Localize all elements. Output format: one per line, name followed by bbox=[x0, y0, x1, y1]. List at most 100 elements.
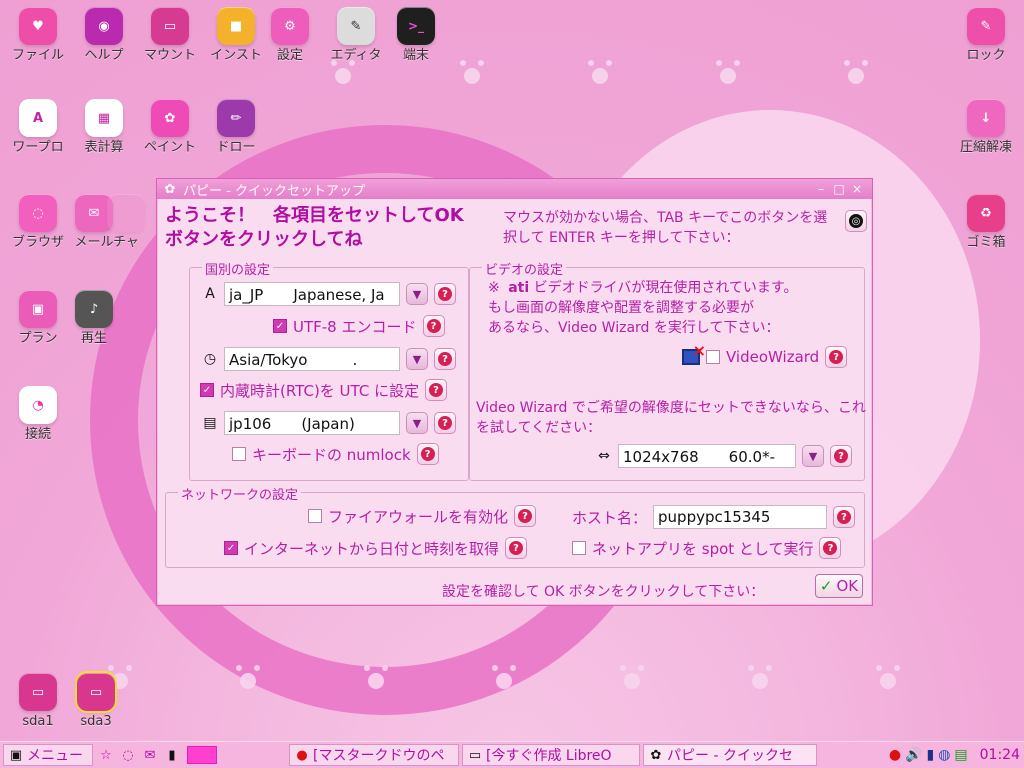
hostname-input[interactable]: puppypc15345 bbox=[653, 505, 828, 529]
desktop-icon-word-processor[interactable]: A ワープロ bbox=[0, 99, 76, 155]
window-titlebar[interactable]: ✿ パピー - クイックセットアップ – □ × bbox=[157, 179, 872, 199]
help-icon: ? bbox=[829, 350, 844, 364]
video-message-resolution: もし画面の解像度や配置を調整する必要が bbox=[488, 300, 754, 316]
firewall-help-button[interactable]: ? bbox=[514, 505, 537, 527]
mount-icon: ▭ bbox=[151, 7, 189, 45]
keyboard-dropdown-button[interactable]: ▼ bbox=[406, 412, 428, 434]
battery-icon[interactable]: ▮ bbox=[926, 747, 934, 763]
desktop-icon-help[interactable]: ◉ ヘルプ bbox=[66, 7, 142, 63]
videowizard-label: VideoWizard bbox=[726, 348, 820, 366]
resize-icon: ⇔ bbox=[598, 448, 610, 464]
internet-time-help-button[interactable]: ? bbox=[505, 537, 528, 559]
paw-print bbox=[876, 665, 900, 689]
videowizard-checkbox[interactable] bbox=[706, 350, 720, 364]
welcome-heading: ようこそ！ 各項目をセットしてOKボタンをクリックしてね bbox=[165, 205, 464, 250]
videowizard-help-button[interactable]: ? bbox=[825, 346, 848, 368]
internet-time-row: ✓ インターネットから日付と時刻を取得 ? bbox=[224, 537, 528, 559]
desktop-icon-sda3[interactable]: ▭ sda3 bbox=[58, 671, 134, 729]
mouse-help-button[interactable]: ◎ bbox=[845, 210, 867, 232]
maximize-button[interactable]: □ bbox=[830, 182, 848, 196]
paw-print bbox=[331, 60, 355, 84]
timezone-select[interactable]: Asia/Tokyo . bbox=[224, 347, 400, 371]
desktop-icon-chat[interactable]: チャ bbox=[102, 194, 150, 250]
desktop-icon-terminal[interactable]: >_ 端末 bbox=[378, 7, 454, 63]
keyboard-help-button[interactable]: ? bbox=[434, 412, 456, 434]
paw-print bbox=[236, 665, 260, 689]
desktop-icon-spreadsheet[interactable]: ▦ 表計算 bbox=[66, 99, 142, 155]
menu-button[interactable]: ▣ メニュー bbox=[3, 744, 93, 766]
browser-launcher[interactable]: ◌ bbox=[119, 746, 137, 764]
close-button[interactable]: × bbox=[848, 182, 866, 196]
desktop-icon-draw[interactable]: ✏ ドロー bbox=[198, 99, 274, 155]
network-apps-checkbox[interactable] bbox=[572, 541, 586, 555]
internet-time-checkbox[interactable]: ✓ bbox=[224, 541, 238, 555]
paw-print bbox=[716, 60, 740, 84]
video-message-wizard: あるなら、Video Wizard を実行して下さい： bbox=[488, 320, 780, 336]
desktop-icon-label: ゴミ箱 bbox=[966, 235, 1006, 250]
timezone-row: ◷ Asia/Tokyo . ▼ ? bbox=[202, 347, 456, 371]
system-tray: ● 🔊 ▮ ◍ ▤ 01:24 bbox=[889, 747, 1024, 763]
hostname-row: ホスト名： puppypc15345 ? bbox=[572, 505, 856, 529]
network-icon[interactable]: ◍ bbox=[938, 747, 950, 763]
file-manager-icon: ♥ bbox=[19, 7, 57, 45]
workspace-pager[interactable] bbox=[187, 746, 217, 764]
locale-dropdown-button[interactable]: ▼ bbox=[406, 283, 428, 305]
desktop-icon-file[interactable]: ♥ ファイル bbox=[0, 7, 76, 63]
desktop-icon-lock[interactable]: ✎ ロック bbox=[948, 7, 1024, 63]
timezone-help-button[interactable]: ? bbox=[434, 348, 456, 370]
menu-label: メニュー bbox=[27, 748, 83, 764]
firewall-row: ファイアウォールを有効化 ? bbox=[308, 505, 537, 527]
taskbar-window-1[interactable]: ● [マスタークドウのペ bbox=[289, 744, 459, 766]
desktop-icon-archive[interactable]: ↓ 圧縮解凍 bbox=[948, 99, 1024, 155]
desktop-icon-connect[interactable]: ◔ 接続 bbox=[0, 386, 76, 442]
taskbar-window-3[interactable]: ✿ パピー - クイックセ bbox=[643, 744, 817, 766]
help-icon: ? bbox=[518, 509, 533, 523]
country-settings-title: 国別の設定 bbox=[202, 259, 274, 278]
desktop-icon-paint[interactable]: ✿ ペイント bbox=[132, 99, 208, 155]
numlock-checkbox[interactable] bbox=[232, 447, 246, 461]
desktop-icon-label: ワープロ bbox=[12, 140, 64, 155]
rtc-help-button[interactable]: ? bbox=[425, 379, 448, 401]
rtc-label: 内蔵時計(RTC)を UTC に設定 bbox=[220, 381, 420, 400]
utf8-checkbox[interactable]: ✓ bbox=[273, 319, 287, 333]
utf8-help-button[interactable]: ? bbox=[422, 315, 445, 337]
paw-print bbox=[620, 665, 644, 689]
desktop-icon-label: 圧縮解凍 bbox=[959, 140, 1012, 155]
paw-print bbox=[748, 665, 772, 689]
word-processor-icon: A bbox=[19, 99, 57, 137]
mouse-icon: ◎ bbox=[849, 214, 863, 228]
hostname-help-button[interactable]: ? bbox=[833, 506, 856, 528]
memory-icon[interactable]: ▤ bbox=[954, 747, 967, 763]
network-apps-help-button[interactable]: ? bbox=[819, 537, 842, 559]
resolution-help-button[interactable]: ? bbox=[830, 445, 852, 467]
chat-icon bbox=[107, 194, 145, 232]
quick-setup-window: ✿ パピー - クイックセットアップ – □ × ようこそ！ 各項目をセットして… bbox=[156, 178, 873, 606]
resolution-dropdown-button[interactable]: ▼ bbox=[802, 445, 824, 467]
draw-icon: ✏ bbox=[217, 99, 255, 137]
taskbar-window-2[interactable]: ▭ [今すぐ作成 LibreO bbox=[462, 744, 640, 766]
favorites-launcher[interactable]: ☆ bbox=[97, 746, 115, 764]
desktop-icon-trash[interactable]: ♻ ゴミ箱 bbox=[948, 194, 1024, 250]
ok-button[interactable]: ✓ OK bbox=[815, 574, 863, 598]
terminal-launcher[interactable]: ▮ bbox=[163, 746, 181, 764]
timezone-dropdown-button[interactable]: ▼ bbox=[406, 348, 428, 370]
mail-launcher[interactable]: ✉ bbox=[141, 746, 159, 764]
stop-tray-icon[interactable]: ● bbox=[889, 747, 901, 763]
minimize-button[interactable]: – bbox=[812, 182, 830, 196]
rtc-checkbox[interactable]: ✓ bbox=[200, 383, 214, 397]
keyboard-select[interactable]: jp106 (Japan) bbox=[224, 411, 400, 435]
desktop-icon-mount[interactable]: ▭ マウント bbox=[132, 7, 208, 63]
drive-sda3-icon: ▭ bbox=[75, 671, 117, 713]
volume-icon[interactable]: 🔊 bbox=[905, 747, 922, 763]
firewall-checkbox[interactable] bbox=[308, 509, 322, 523]
resolution-select[interactable]: 1024x768 60.0*- bbox=[618, 444, 796, 468]
locale-select[interactable]: ja_JP Japanese, Ja bbox=[224, 282, 400, 306]
desktop-icon-settings[interactable]: ⚙ 設定 bbox=[252, 7, 328, 63]
desktop-icon-label: ドロー bbox=[216, 140, 256, 155]
paint-icon: ✿ bbox=[151, 99, 189, 137]
locale-help-button[interactable]: ? bbox=[434, 283, 456, 305]
browser-icon: ◌ bbox=[19, 194, 57, 232]
numlock-help-button[interactable]: ? bbox=[416, 443, 439, 465]
video-settings-group: ビデオの設定 ※ ati ビデオドライバが現在使用されています。 もし画面の解像… bbox=[469, 259, 866, 481]
desktop-icon-player[interactable]: ♪ 再生 bbox=[56, 290, 132, 346]
